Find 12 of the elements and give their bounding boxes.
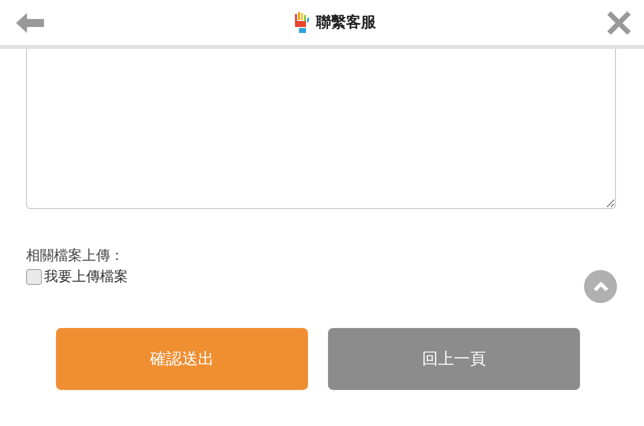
upload-label: 相關檔案上傳： bbox=[26, 247, 125, 266]
upload-checkbox-label[interactable]: 我要上傳檔案 bbox=[44, 268, 128, 286]
chevron-up-icon bbox=[592, 282, 608, 292]
back-button[interactable]: 回上一頁 bbox=[328, 328, 580, 390]
upload-checkbox[interactable] bbox=[26, 269, 42, 285]
submit-button[interactable]: 確認送出 bbox=[56, 328, 308, 390]
close-icon[interactable] bbox=[606, 10, 632, 36]
message-field[interactable] bbox=[26, 49, 616, 209]
page-title: 聯繫客服 bbox=[316, 13, 376, 32]
scroll-to-top-button[interactable] bbox=[584, 270, 617, 303]
back-arrow-icon[interactable] bbox=[16, 12, 44, 32]
hand-logo-icon bbox=[294, 10, 310, 34]
